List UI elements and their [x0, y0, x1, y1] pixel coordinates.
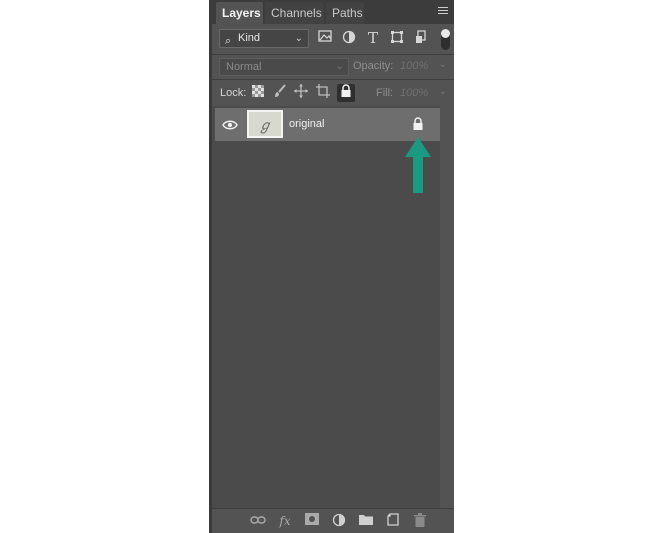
new-group-folder-icon[interactable]: [358, 513, 374, 529]
arrow-up-icon: [405, 137, 431, 193]
layer-style-fx-icon[interactable]: fx: [277, 513, 293, 529]
image-filter-icon[interactable]: [317, 30, 333, 46]
filter-kind-label: Kind: [238, 32, 261, 44]
shape-filter-icon[interactable]: [389, 30, 405, 46]
adjustment-filter-icon[interactable]: [341, 30, 357, 46]
type-filter-icon[interactable]: T: [365, 30, 381, 46]
fill-value[interactable]: 100%: [400, 87, 428, 99]
add-mask-icon[interactable]: [304, 513, 320, 529]
filter-kind-select[interactable]: ⌕ Kind ⌄: [219, 29, 309, 48]
blend-mode-select[interactable]: Normal ⌄: [219, 58, 349, 76]
layers-bottom-bar: fx: [212, 508, 454, 533]
layer-name[interactable]: original: [289, 118, 324, 130]
smart-object-filter-icon[interactable]: [413, 30, 429, 46]
tab-channels[interactable]: Channels: [265, 2, 324, 24]
panel-menu-icon[interactable]: [438, 7, 448, 16]
new-layer-icon[interactable]: [385, 513, 401, 529]
filter-toggle[interactable]: [441, 29, 450, 50]
opacity-value[interactable]: 100%: [400, 60, 428, 72]
link-layers-icon[interactable]: [250, 513, 266, 529]
tab-paths[interactable]: Paths: [326, 2, 364, 24]
opacity-label: Opacity:: [353, 60, 394, 72]
tab-layers[interactable]: Layers: [216, 2, 263, 24]
blend-mode-label: Normal: [226, 61, 262, 73]
trash-icon[interactable]: [412, 513, 428, 529]
lock-icon: [412, 117, 426, 131]
filter-row: ⌕ Kind ⌄ T: [212, 24, 454, 54]
lock-position-icon[interactable]: [292, 84, 310, 102]
lock-image-pixels-icon[interactable]: [271, 84, 289, 102]
blend-row: Normal ⌄ Opacity: 100% ⌄: [212, 54, 454, 79]
lock-artboard-icon[interactable]: [314, 84, 332, 102]
lock-label: Lock:: [220, 87, 247, 99]
chevron-down-icon: ⌄: [335, 61, 344, 72]
fill-label: Fill:: [376, 87, 394, 99]
layer-thumbnail[interactable]: ℊ: [247, 110, 283, 138]
lock-transparent-pixels-icon[interactable]: [249, 84, 267, 102]
new-adjustment-layer-icon[interactable]: [331, 513, 347, 529]
lock-row: Lock: Fill: 100% ⌄: [212, 79, 454, 106]
search-icon: ⌕: [225, 35, 232, 47]
chevron-down-icon[interactable]: ⌄: [439, 59, 447, 70]
scrollbar[interactable]: [440, 106, 454, 508]
chevron-down-icon: ⌄: [294, 33, 303, 44]
lock-all-icon[interactable]: [337, 84, 355, 102]
chevron-down-icon[interactable]: ⌄: [439, 86, 447, 97]
panel-tab-bar: Layers Channels Paths: [212, 0, 454, 24]
visibility-eye-icon[interactable]: [222, 118, 238, 132]
signature-mark: ℊ: [258, 118, 272, 134]
